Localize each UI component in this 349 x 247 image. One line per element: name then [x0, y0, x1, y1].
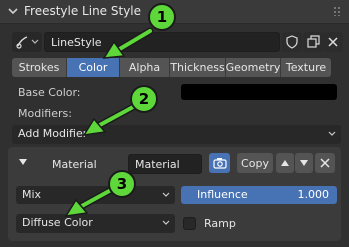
duplicate-button[interactable] — [303, 32, 323, 52]
move-up-button[interactable] — [276, 153, 294, 173]
material-source-value: Diffuse Color — [22, 216, 93, 229]
render-toggle-button[interactable] — [209, 153, 230, 173]
collapse-triangle-icon[interactable] — [18, 157, 28, 167]
tab-alpha[interactable]: Alpha — [120, 58, 170, 77]
add-modifier-label: Add Modifier — [18, 127, 88, 140]
modifier-type-label: Material — [52, 158, 97, 171]
close-icon — [320, 158, 330, 168]
shield-icon — [286, 35, 298, 49]
linestyle-name-field[interactable]: LineStyle — [44, 32, 280, 52]
move-down-button[interactable] — [295, 153, 313, 173]
linestyle-browse-dropdown[interactable] — [12, 32, 42, 52]
camera-icon — [212, 158, 227, 169]
add-modifier-dropdown[interactable]: Add Modifier — [12, 125, 341, 144]
linestyle-tabs: Strokes Color Alpha Thickness Geometry T… — [12, 58, 331, 77]
ramp-label: Ramp — [204, 217, 236, 230]
blend-mode-dropdown[interactable]: Mix — [16, 186, 175, 204]
blend-mode-value: Mix — [22, 188, 42, 201]
tab-texture[interactable]: Texture — [281, 58, 331, 77]
base-color-swatch[interactable] — [181, 84, 337, 100]
material-source-dropdown[interactable]: Diffuse Color — [16, 214, 175, 233]
duplicate-icon — [307, 35, 320, 48]
influence-value: 1.000 — [297, 188, 330, 201]
chevron-down-icon — [162, 220, 170, 225]
chevron-down-icon — [162, 192, 170, 197]
tab-geometry[interactable]: Geometry — [226, 58, 281, 77]
influence-slider[interactable]: Influence 1.000 — [181, 186, 337, 204]
chevron-down-icon — [8, 8, 18, 15]
chevron-down-icon — [328, 131, 336, 136]
fake-user-button[interactable] — [282, 32, 302, 52]
remove-modifier-button[interactable] — [315, 153, 335, 173]
panel-title: Freestyle Line Style — [24, 4, 142, 18]
triangle-up-icon — [281, 160, 289, 166]
modifier-name-field[interactable]: Material — [128, 154, 202, 174]
base-color-label: Base Color: — [18, 86, 81, 99]
brush-icon — [16, 36, 39, 49]
copy-modifier-button[interactable]: Copy — [237, 153, 273, 173]
tab-thickness[interactable]: Thickness — [170, 58, 226, 77]
unlink-button[interactable] — [323, 32, 343, 52]
step-badge-2: 2 — [130, 85, 158, 113]
tab-strokes[interactable]: Strokes — [12, 58, 67, 77]
tab-color[interactable]: Color — [67, 58, 120, 77]
step-badge-1: 1 — [148, 3, 176, 31]
ramp-checkbox[interactable] — [183, 217, 196, 230]
influence-label: Influence — [197, 188, 248, 201]
modifiers-label: Modifiers: — [18, 107, 72, 120]
step-badge-3: 3 — [108, 170, 136, 198]
triangle-down-icon — [300, 160, 308, 166]
close-icon — [328, 37, 338, 47]
drag-grip-icon[interactable] — [333, 6, 343, 16]
